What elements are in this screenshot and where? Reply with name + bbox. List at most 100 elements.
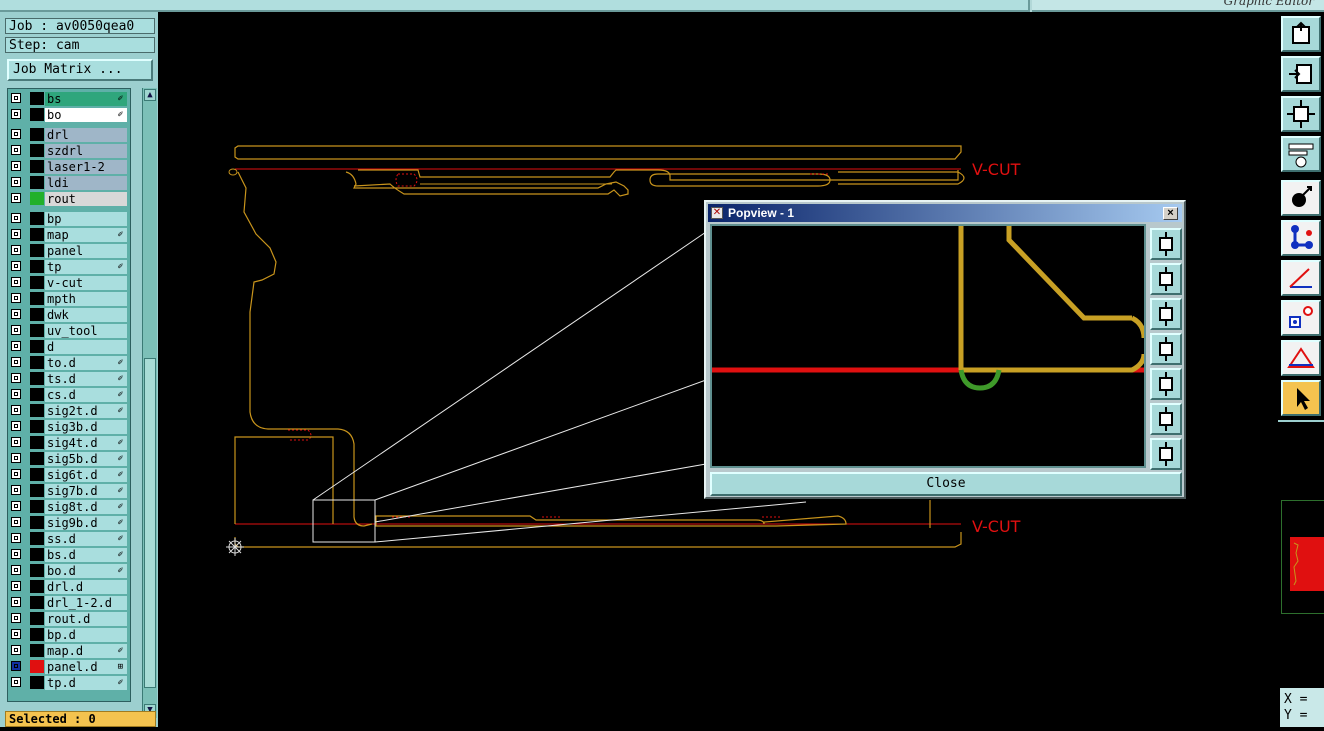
layer-row[interactable]: to.d ✐ [8, 355, 130, 371]
layer-row[interactable]: v-cut [8, 275, 130, 291]
zoom-home-button[interactable] [1281, 16, 1321, 52]
layer-checkbox[interactable] [11, 533, 21, 543]
layer-color-swatch[interactable] [30, 596, 44, 609]
layer-name[interactable]: drl.d [45, 580, 127, 594]
layer-name[interactable]: sig5b.d ✐ [45, 452, 127, 466]
layer-row[interactable]: map.d ✐ [8, 643, 130, 659]
layer-checkbox[interactable] [11, 357, 21, 367]
layer-row[interactable]: panel.d ⊞ [8, 659, 130, 675]
layer-color-swatch[interactable] [30, 160, 44, 173]
layer-row[interactable]: rout [8, 191, 130, 207]
layer-checkbox[interactable] [11, 517, 21, 527]
layer-name[interactable]: panel [45, 244, 127, 258]
layer-color-swatch[interactable] [30, 308, 44, 321]
pan-left-button[interactable] [1150, 333, 1182, 365]
layer-checkbox[interactable] [11, 661, 21, 671]
zoom-fit-button[interactable] [1150, 228, 1182, 260]
layer-color-swatch[interactable] [30, 276, 44, 289]
layer-row[interactable]: bo.d ✐ [8, 563, 130, 579]
pan-up-button[interactable] [1150, 263, 1182, 295]
layer-checkbox[interactable] [11, 161, 21, 171]
layer-checkbox[interactable] [11, 469, 21, 479]
layer-row[interactable]: sig9b.d ✐ [8, 515, 130, 531]
layer-color-swatch[interactable] [30, 244, 44, 257]
layer-checkbox[interactable] [11, 677, 21, 687]
zoom-in-button[interactable] [1150, 403, 1182, 435]
layer-checkbox[interactable] [11, 277, 21, 287]
layer-color-swatch[interactable] [30, 324, 44, 337]
layer-color-swatch[interactable] [30, 420, 44, 433]
layer-color-swatch[interactable] [30, 372, 44, 385]
layer-checkbox[interactable] [11, 213, 21, 223]
layer-checkbox[interactable] [11, 421, 21, 431]
layer-name[interactable]: drl [45, 128, 127, 142]
popview-close-icon[interactable]: × [1163, 207, 1178, 220]
layer-row[interactable]: laser1-2 [8, 159, 130, 175]
layer-color-swatch[interactable] [30, 92, 44, 105]
layer-checkbox[interactable] [11, 581, 21, 591]
layer-name[interactable]: rout [45, 192, 127, 206]
layer-row[interactable]: ldi [8, 175, 130, 191]
layer-checkbox[interactable] [11, 341, 21, 351]
layer-color-swatch[interactable] [30, 212, 44, 225]
layer-name[interactable]: sig8t.d ✐ [45, 500, 127, 514]
layer-color-swatch[interactable] [30, 484, 44, 497]
layer-color-swatch[interactable] [30, 108, 44, 121]
layer-name[interactable]: sig3b.d [45, 420, 127, 434]
layer-row[interactable]: bp.d [8, 627, 130, 643]
layer-row[interactable]: ss.d ✐ [8, 531, 130, 547]
layer-row[interactable]: tp ✐ [8, 259, 130, 275]
layer-row[interactable]: dwk [8, 307, 130, 323]
layer-name[interactable]: bo.d ✐ [45, 564, 127, 578]
layer-name[interactable]: bp [45, 212, 127, 226]
drc-button[interactable] [1281, 340, 1321, 376]
layer-checkbox[interactable] [11, 325, 21, 335]
layer-row[interactable]: d [8, 339, 130, 355]
layer-row[interactable]: sig6t.d ✐ [8, 467, 130, 483]
feature-select-button[interactable] [1281, 300, 1321, 336]
layer-name[interactable]: bs ✐ [45, 92, 127, 106]
layer-checkbox[interactable] [11, 245, 21, 255]
layer-color-swatch[interactable] [30, 292, 44, 305]
layer-color-swatch[interactable] [30, 436, 44, 449]
snap-point-button[interactable] [1281, 180, 1321, 216]
layer-name[interactable]: bs.d ✐ [45, 548, 127, 562]
layer-color-swatch[interactable] [30, 580, 44, 593]
layer-name[interactable]: d [45, 340, 127, 354]
popview-titlebar[interactable]: ✕ Popview - 1 × [708, 204, 1182, 222]
layer-checkbox[interactable] [11, 645, 21, 655]
layer-checkbox[interactable] [11, 549, 21, 559]
layer-checkbox[interactable] [11, 145, 21, 155]
layer-color-swatch[interactable] [30, 468, 44, 481]
layer-checkbox[interactable] [11, 389, 21, 399]
layer-row[interactable]: cs.d ✐ [8, 387, 130, 403]
layer-name[interactable]: map.d ✐ [45, 644, 127, 658]
layer-row[interactable]: sig7b.d ✐ [8, 483, 130, 499]
layer-name[interactable]: panel.d ⊞ [45, 660, 127, 674]
layer-checkbox[interactable] [11, 261, 21, 271]
scroll-up-arrow-icon[interactable]: ▲ [144, 89, 156, 101]
layer-name[interactable]: dwk [45, 308, 127, 322]
layer-color-swatch[interactable] [30, 356, 44, 369]
pan-down-button[interactable] [1150, 298, 1182, 330]
layer-name[interactable]: map ✐ [45, 228, 127, 242]
layer-checkbox[interactable] [11, 437, 21, 447]
layer-checkbox[interactable] [11, 309, 21, 319]
layer-name[interactable]: uv_tool [45, 324, 127, 338]
layer-name[interactable]: ldi [45, 176, 127, 190]
popview-close-button[interactable]: Close [710, 472, 1182, 496]
layer-row[interactable]: sig5b.d ✐ [8, 451, 130, 467]
pan-right-button[interactable] [1150, 368, 1182, 400]
layer-list-scrollbar[interactable]: ▲ ▼ [142, 88, 157, 718]
layer-name[interactable]: to.d ✐ [45, 356, 127, 370]
layer-color-swatch[interactable] [30, 176, 44, 189]
layer-color-swatch[interactable] [30, 192, 44, 205]
layer-name[interactable]: drl_1-2.d [45, 596, 127, 610]
layer-color-swatch[interactable] [30, 144, 44, 157]
job-matrix-button[interactable]: Job Matrix ... [7, 59, 153, 81]
zoom-out-button[interactable] [1281, 56, 1321, 92]
layer-name[interactable]: bp.d [45, 628, 127, 642]
layer-name[interactable]: sig6t.d ✐ [45, 468, 127, 482]
layer-checkbox[interactable] [11, 193, 21, 203]
layer-color-swatch[interactable] [30, 548, 44, 561]
